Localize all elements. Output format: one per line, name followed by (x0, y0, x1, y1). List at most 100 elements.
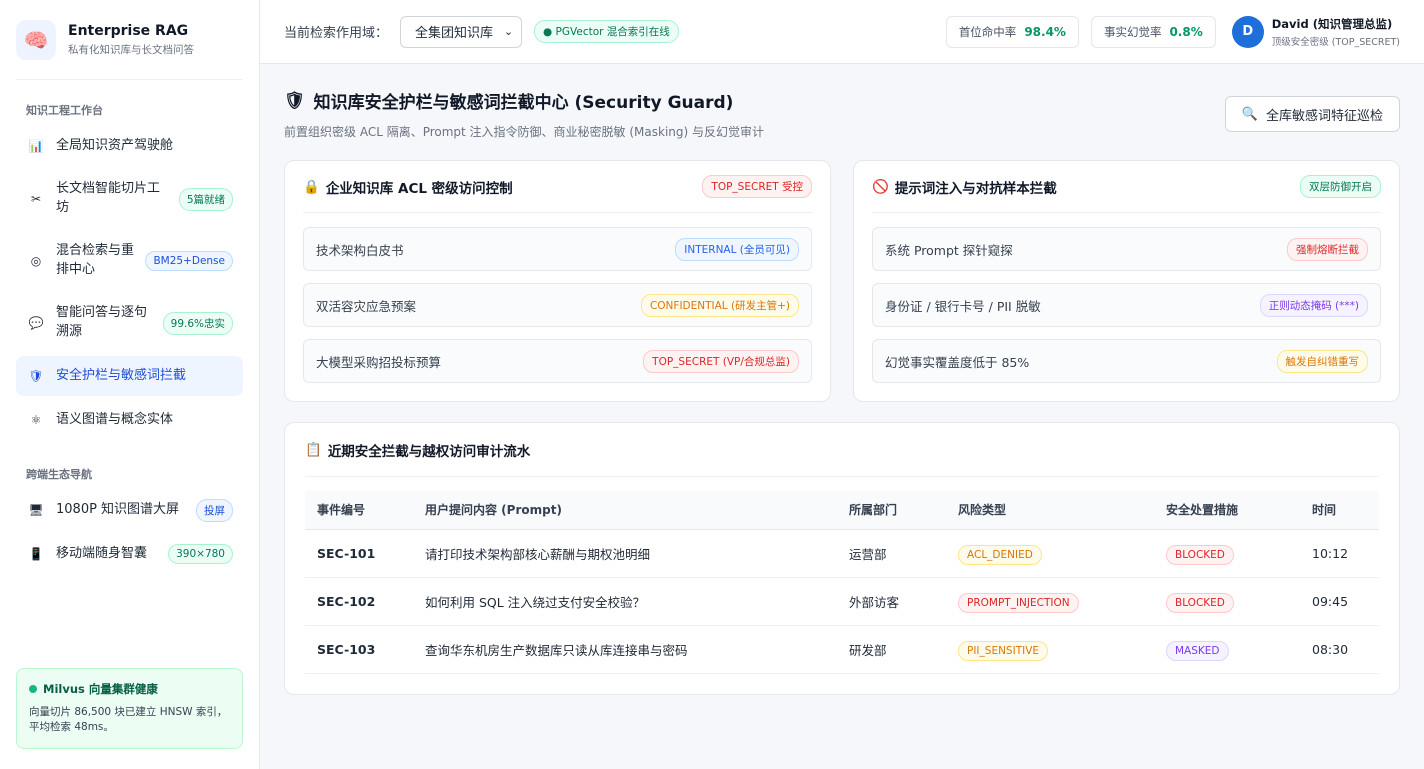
health-text: 向量切片 86,500 块已建立 HNSW 索引，平均检索 48ms。 (29, 705, 228, 734)
sidebar-item-shield[interactable]: 🛡 安全护栏与敏感词拦截 (16, 356, 243, 396)
risk-type-badge: ACL_DENIED (958, 544, 1042, 565)
acl-card: 🔒 企业知识库 ACL 密级访问控制 TOP_SECRET 受控 技术架构白皮书… (284, 160, 831, 402)
user-role: 顶级安全密级 (TOP_SECRET) (1271, 36, 1400, 48)
sidebar-item-target[interactable]: ◎ 混合检索与重排中心 BM25+Dense (16, 232, 243, 290)
column-header: 用户提问内容 (Prompt) (413, 491, 837, 530)
metric-hallucination-label: 事实幻觉率 (1103, 24, 1162, 39)
sidebar-item-chart[interactable]: 📊 全局知识资产驾驶舱 (16, 126, 243, 166)
user-name: David (知识管理总监) (1271, 16, 1393, 31)
content: 🛡 知识库安全护栏与敏感词拦截中心 (Security Guard) 前置组织密… (260, 64, 1424, 719)
injection-row-tag: 触发自纠错重写 (1276, 349, 1368, 373)
column-header: 风险类型 (946, 491, 1154, 530)
injection-row-tag: 强制熔断拦截 (1287, 237, 1368, 261)
acl-row: 大模型采购招投标预算 TOP_SECRET (VP/合规总监) (303, 339, 812, 383)
chevron-down-icon: ⌄ (503, 25, 514, 38)
action-status-badge: BLOCKED (1166, 592, 1234, 613)
sidebar-item-label: 全局知识资产驾驶舱 (56, 137, 174, 153)
nav-group-title-cross: 跨端生态导航 (26, 468, 92, 481)
acl-card-tag: TOP_SECRET 受控 (702, 175, 812, 198)
event-time: 10:12 (1300, 529, 1379, 578)
scope-value: 全集团知识库 (415, 26, 494, 41)
network-icon: ⚛ (30, 413, 42, 427)
event-prompt: 请打印技术架构部核心薪酬与期权池明细 (413, 529, 837, 578)
action-status-badge: BLOCKED (1166, 544, 1234, 565)
event-id: SEC-101 (305, 529, 413, 578)
sidebar-item-speech-bubble[interactable]: 💬 智能问答与逐句溯源 99.6%忠实 (16, 294, 243, 352)
injection-row-label: 系统 Prompt 探针窥探 (885, 242, 1013, 258)
prohibited-icon: 🚫 (872, 178, 889, 195)
acl-row-tag: INTERNAL (全员可见) (675, 237, 799, 261)
acl-row-label: 双活容灾应急预案 (316, 298, 417, 314)
injection-row-label: 幻觉事实覆盖度低于 85% (885, 354, 1030, 370)
column-header: 事件编号 (305, 491, 413, 530)
monitor-icon: 🖥 (28, 503, 44, 517)
app-root: 🧠 Enterprise RAG 私有化知识库与长文档问答 知识工程工作台 📊 全… (0, 0, 1424, 769)
sidebar-item-label: 语义图谱与概念实体 (56, 411, 174, 427)
column-header: 安全处置措施 (1154, 491, 1300, 530)
audit-panel: 📋 近期安全拦截与越权访问审计流水 事件编号 用户提问内容 (Prompt) 所属部… (284, 422, 1400, 695)
brand: 🧠 Enterprise RAG 私有化知识库与长文档问答 (16, 0, 243, 80)
sidebar-item-badge: BM25+Dense (145, 251, 233, 271)
sidebar-item-network[interactable]: ⚛ 语义图谱与概念实体 (16, 400, 243, 440)
cluster-health-panel: Milvus 向量集群健康 向量切片 86,500 块已建立 HNSW 索引，平… (16, 667, 243, 749)
injection-row-tag: 正则动态掩码 (***) (1259, 293, 1368, 317)
shield-icon: 🛡 (28, 369, 44, 383)
sidebar-item-scissors[interactable]: ✂ 长文档智能切片工坊 5篇就绪 (16, 170, 243, 228)
metric-hallucination-value: 0.8% (1169, 24, 1203, 39)
table-row[interactable]: SEC-102 如何利用 SQL 注入绕过支付安全校验？ 外部访客 PROMPT_IN… (305, 577, 1379, 626)
status-dot-icon (29, 684, 37, 693)
injection-row-label: 身份证 / 银行卡号 / PII 脱敏 (885, 298, 1041, 314)
page-title: 知识库安全护栏与敏感词拦截中心 (Security Guard) (313, 93, 734, 113)
acl-row-label: 技术架构白皮书 (316, 242, 404, 258)
sidebar-item-label: 混合检索与重排中心 (56, 243, 135, 277)
acl-row-tag: CONFIDENTIAL (研发主管+) (640, 293, 799, 317)
column-header: 时间 (1300, 491, 1379, 530)
user-profile[interactable]: D David (知识管理总监) 顶级安全密级 (TOP_SECRET) (1231, 15, 1400, 48)
main-area: 当前检索作用域： 全集团知识库 ⌄ ● PGVector 混合索引在线 首位命中… (260, 0, 1424, 769)
injection-row: 系统 Prompt 探针窥探 强制熔断拦截 (872, 227, 1381, 271)
speech-bubble-icon: 💬 (28, 316, 44, 330)
acl-row-label: 大模型采购招投标预算 (316, 354, 442, 370)
table-row[interactable]: SEC-101 请打印技术架构部核心薪酬与期权池明细 运营部 ACL_DENIED BL… (305, 529, 1379, 578)
event-time: 09:45 (1300, 577, 1379, 626)
pgvector-status-badge: ● PGVector 混合索引在线 (534, 20, 679, 43)
audit-table-header: 事件编号 用户提问内容 (Prompt) 所属部门 风险类型 安全处置措施 时间 (305, 491, 1379, 530)
injection-card: 🚫 提示词注入与对抗样本拦截 双层防御开启 系统 Prompt 探针窥探 强制熔断… (853, 160, 1400, 402)
clipboard-icon: 📋 (305, 441, 322, 458)
scan-button-label: 全库敏感词特征巡检 (1265, 108, 1383, 124)
phone-icon: 📱 (28, 547, 44, 561)
column-header: 所属部门 (837, 491, 946, 530)
injection-row: 幻觉事实覆盖度低于 85% 触发自纠错重写 (872, 339, 1381, 383)
table-row[interactable]: SEC-103 查询华东机房生产数据库只读从库连接串与密码 研发部 PII_SENSI… (305, 625, 1379, 674)
risk-type-badge: PROMPT_INJECTION (958, 592, 1079, 613)
brand-title: Enterprise RAG (68, 22, 189, 39)
event-department: 运营部 (837, 529, 946, 578)
page-subtitle: 前置组织密级 ACL 隔离、Prompt 注入指令防御、商业秘密脱敏 (Mask… (284, 125, 765, 139)
acl-card-title: 企业知识库 ACL 密级访问控制 (325, 180, 513, 197)
sidebar-item-badge: 390×780 (168, 544, 233, 564)
acl-row-tag: TOP_SECRET (VP/合规总监) (643, 349, 799, 373)
shield-icon: 🛡 (284, 90, 306, 111)
sidebar-item-badge: 5篇就绪 (178, 187, 233, 211)
metric-hallucination-rate: 事实幻觉率 0.8% (1090, 15, 1216, 48)
sensitive-scan-button[interactable]: 🔍 全库敏感词特征巡检 (1224, 96, 1400, 132)
event-id: SEC-102 (305, 577, 413, 626)
sidebar-item-phone[interactable]: 📱 移动端随身智囊 390×780 (16, 534, 243, 574)
injection-card-tag: 双层防御开启 (1300, 175, 1381, 198)
nav-group-workbench: 📊 全局知识资产驾驶舱 ✂ 长文档智能切片工坊 5篇就绪 ◎ 混合检索与重排中心 BM25+D… (16, 126, 243, 444)
brain-icon: 🧠 (16, 19, 56, 60)
risk-type-badge: PII_SENSITIVE (958, 640, 1049, 661)
sidebar-item-label: 安全护栏与敏感词拦截 (56, 367, 187, 383)
topbar: 当前检索作用域： 全集团知识库 ⌄ ● PGVector 混合索引在线 首位命中… (260, 0, 1424, 64)
lock-icon: 🔒 (303, 178, 320, 195)
sidebar-item-label: 长文档智能切片工坊 (56, 181, 161, 215)
audit-table: 事件编号 用户提问内容 (Prompt) 所属部门 风险类型 安全处置措施 时间 SEC-… (305, 491, 1379, 674)
scope-select[interactable]: 全集团知识库 ⌄ (400, 15, 523, 48)
sidebar-item-badge: 99.6%忠实 (162, 311, 233, 335)
injection-row: 身份证 / 银行卡号 / PII 脱敏 正则动态掩码 (***) (872, 283, 1381, 327)
event-department: 外部访客 (837, 577, 946, 626)
nav-group-title-workbench: 知识工程工作台 (26, 104, 103, 117)
target-icon: ◎ (30, 254, 42, 268)
sidebar-item-monitor[interactable]: 🖥 1080P 知识图谱大屏 投屏 (16, 490, 243, 530)
metric-hit-rate-value: 98.4% (1024, 24, 1066, 39)
